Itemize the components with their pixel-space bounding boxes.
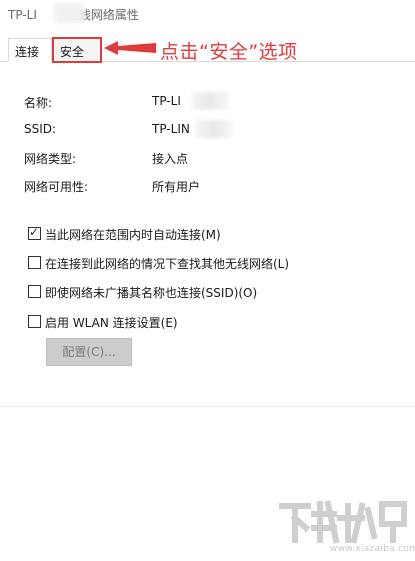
divider (0, 406, 415, 407)
property-row-ssid: SSID: TP-LIN (24, 120, 284, 138)
window-title-prefix: TP-LI (8, 8, 37, 22)
option-label: 启用 WLAN 连接设置(E) (45, 316, 178, 330)
checkmark-icon: ✓ (29, 225, 40, 239)
configure-button[interactable]: 配置(C)... (46, 338, 132, 366)
watermark-url: www.xiazaiba.com (330, 544, 415, 554)
tab-security-label: 安全 (60, 45, 85, 59)
property-row-name: 名称: TP-LI (24, 92, 284, 110)
property-value: TP-LIN (152, 122, 190, 136)
property-value: 接入点 (152, 152, 189, 166)
tab-connection[interactable]: 连接 (8, 38, 52, 62)
property-label: 名称: (24, 96, 53, 110)
annotation-text: 点击“安全”选项 (160, 41, 298, 63)
option-label: 即使网络未广播其名称也连接(SSID)(O) (45, 286, 258, 300)
property-row-availability: 网络可用性: 所有用户 (24, 178, 284, 194)
watermark: www.xiazaiba.com (278, 498, 415, 556)
checkbox[interactable] (28, 285, 41, 298)
redaction-blur (192, 92, 228, 110)
title-bar: TP-LI 无线网络属性 (0, 0, 415, 28)
property-value: 所有用户 (152, 180, 201, 194)
checkbox[interactable] (28, 256, 41, 269)
property-row-network-type: 网络类型: 接入点 (24, 150, 284, 166)
redaction-blur (196, 120, 232, 138)
checkbox[interactable] (28, 315, 41, 328)
watermark-logo-icon (279, 500, 407, 544)
tab-connection-label: 连接 (15, 45, 40, 59)
option-label: 在连接到此网络的情况下查找其他无线网络(L) (45, 257, 290, 271)
option-label: 当此网络在范围内时自动连接(M) (45, 228, 221, 242)
annotation-arrow-icon (104, 41, 156, 55)
checkbox[interactable]: ✓ (28, 225, 41, 240)
property-label: 网络类型: (24, 152, 77, 166)
tab-security[interactable]: 安全 (52, 37, 102, 63)
property-label: 网络可用性: (24, 180, 89, 194)
property-value: TP-LI (152, 94, 181, 108)
property-label: SSID: (24, 122, 57, 136)
redaction-blur (54, 3, 84, 23)
